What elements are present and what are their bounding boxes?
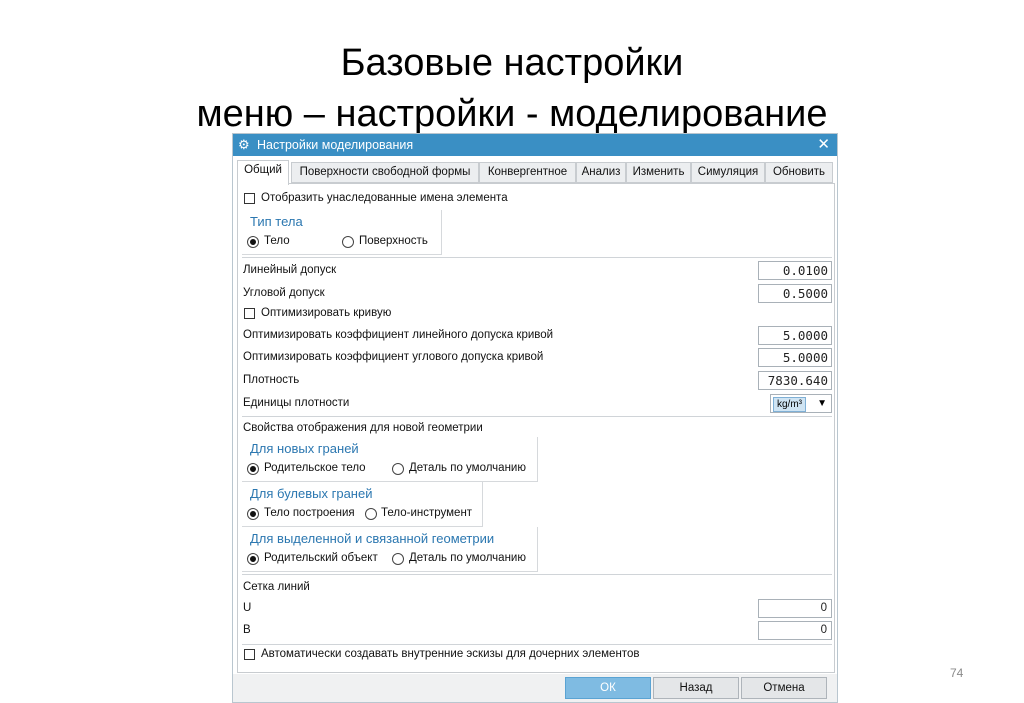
boolean-faces-tool-radio[interactable] xyxy=(365,508,377,520)
display-props-title: Свойства отображения для новой геометрии xyxy=(243,422,483,434)
opt-linear-coeff-label: Оптимизировать коэффициент линейного доп… xyxy=(243,329,554,341)
tab-update[interactable]: Обновить xyxy=(765,162,833,183)
new-faces-default-label: Деталь по умолчанию xyxy=(409,462,526,474)
linear-tolerance-input[interactable]: 0.0100 xyxy=(758,261,832,280)
ok-button[interactable]: ОК xyxy=(565,677,651,699)
new-faces-parent-radio[interactable] xyxy=(247,463,259,475)
optimize-curve-label: Оптимизировать кривую xyxy=(261,307,392,319)
separator xyxy=(242,644,832,645)
grid-u-label: U xyxy=(243,602,252,614)
show-inherited-names-label: Отобразить унаследованные имена элемента xyxy=(261,192,508,204)
tab-simulation[interactable]: Симуляция xyxy=(691,162,765,183)
dialog-titlebar[interactable]: ⚙ Настройки моделирования ✕ xyxy=(233,134,837,156)
extracted-geom-title: Для выделенной и связанной геометрии xyxy=(250,531,495,546)
density-label: Плотность xyxy=(243,374,300,386)
separator xyxy=(242,416,832,417)
general-tab-panel: Отобразить унаследованные имена элемента… xyxy=(237,183,835,673)
body-type-surface-label: Поверхность xyxy=(359,235,428,247)
density-units-value: kg/m³ xyxy=(773,397,806,412)
optimize-curve-checkbox[interactable] xyxy=(244,308,255,319)
grid-v-input[interactable]: 0 xyxy=(758,621,832,640)
cancel-button[interactable]: Отмена xyxy=(741,677,827,699)
new-faces-default-radio[interactable] xyxy=(392,463,404,475)
close-icon[interactable]: ✕ xyxy=(817,136,830,153)
slide-title-line2: меню – настройки - моделирование xyxy=(196,93,828,135)
tab-analysis[interactable]: Анализ xyxy=(576,162,626,183)
back-button[interactable]: Назад xyxy=(653,677,739,699)
tab-convergent[interactable]: Конвергентное xyxy=(479,162,576,183)
boolean-faces-title: Для булевых граней xyxy=(250,486,373,501)
body-type-surface-radio[interactable] xyxy=(342,236,354,248)
grid-u-input[interactable]: 0 xyxy=(758,599,832,618)
angular-tolerance-input[interactable]: 0.5000 xyxy=(758,284,832,303)
tab-freeform-surfaces[interactable]: Поверхности свободной формы xyxy=(291,162,479,183)
separator xyxy=(242,257,832,258)
separator xyxy=(242,574,832,575)
body-type-solid-radio[interactable] xyxy=(247,236,259,248)
modeling-settings-dialog: ⚙ Настройки моделирования ✕ Общий Поверх… xyxy=(232,133,838,703)
boolean-faces-target-radio[interactable] xyxy=(247,508,259,520)
opt-linear-coeff-input[interactable]: 5.0000 xyxy=(758,326,832,345)
auto-sketches-label: Автоматически создавать внутренние эскиз… xyxy=(261,648,640,660)
density-units-select[interactable]: kg/m³ ▼ xyxy=(770,394,832,413)
boolean-faces-tool-label: Тело-инструмент xyxy=(381,507,473,519)
new-faces-title: Для новых граней xyxy=(250,441,359,456)
tab-edit[interactable]: Изменить xyxy=(626,162,691,183)
tab-general[interactable]: Общий xyxy=(237,160,289,185)
linear-tolerance-label: Линейный допуск xyxy=(243,264,337,276)
tab-bar: Общий Поверхности свободной формы Конвер… xyxy=(237,160,835,185)
auto-sketches-checkbox[interactable] xyxy=(244,649,255,660)
body-type-title: Тип тела xyxy=(250,214,303,229)
slide-title-line1: Базовые настройки xyxy=(340,42,684,84)
extracted-geom-parent-radio[interactable] xyxy=(247,553,259,565)
extracted-geom-default-label: Деталь по умолчанию xyxy=(409,552,526,564)
chevron-down-icon[interactable]: ▼ xyxy=(817,397,827,411)
grid-title: Сетка линий xyxy=(243,581,310,593)
opt-angular-coeff-label: Оптимизировать коэффициент углового допу… xyxy=(243,351,544,363)
new-faces-parent-label: Родительское тело xyxy=(264,462,366,474)
dialog-title: Настройки моделирования xyxy=(257,138,414,152)
angular-tolerance-label: Угловой допуск xyxy=(243,287,325,299)
density-input[interactable]: 7830.640 xyxy=(758,371,832,390)
boolean-faces-target-label: Тело построения xyxy=(264,507,355,519)
body-type-solid-label: Тело xyxy=(264,235,290,247)
dialog-button-bar: ОК Назад Отмена xyxy=(233,674,837,702)
gear-icon: ⚙ xyxy=(238,137,250,152)
opt-angular-coeff-input[interactable]: 5.0000 xyxy=(758,348,832,367)
extracted-geom-parent-label: Родительский объект xyxy=(264,552,378,564)
grid-v-label: B xyxy=(243,624,251,636)
extracted-geom-default-radio[interactable] xyxy=(392,553,404,565)
slide-page-number: 74 xyxy=(950,666,964,680)
show-inherited-names-checkbox[interactable] xyxy=(244,193,255,204)
density-units-label: Единицы плотности xyxy=(243,397,350,409)
